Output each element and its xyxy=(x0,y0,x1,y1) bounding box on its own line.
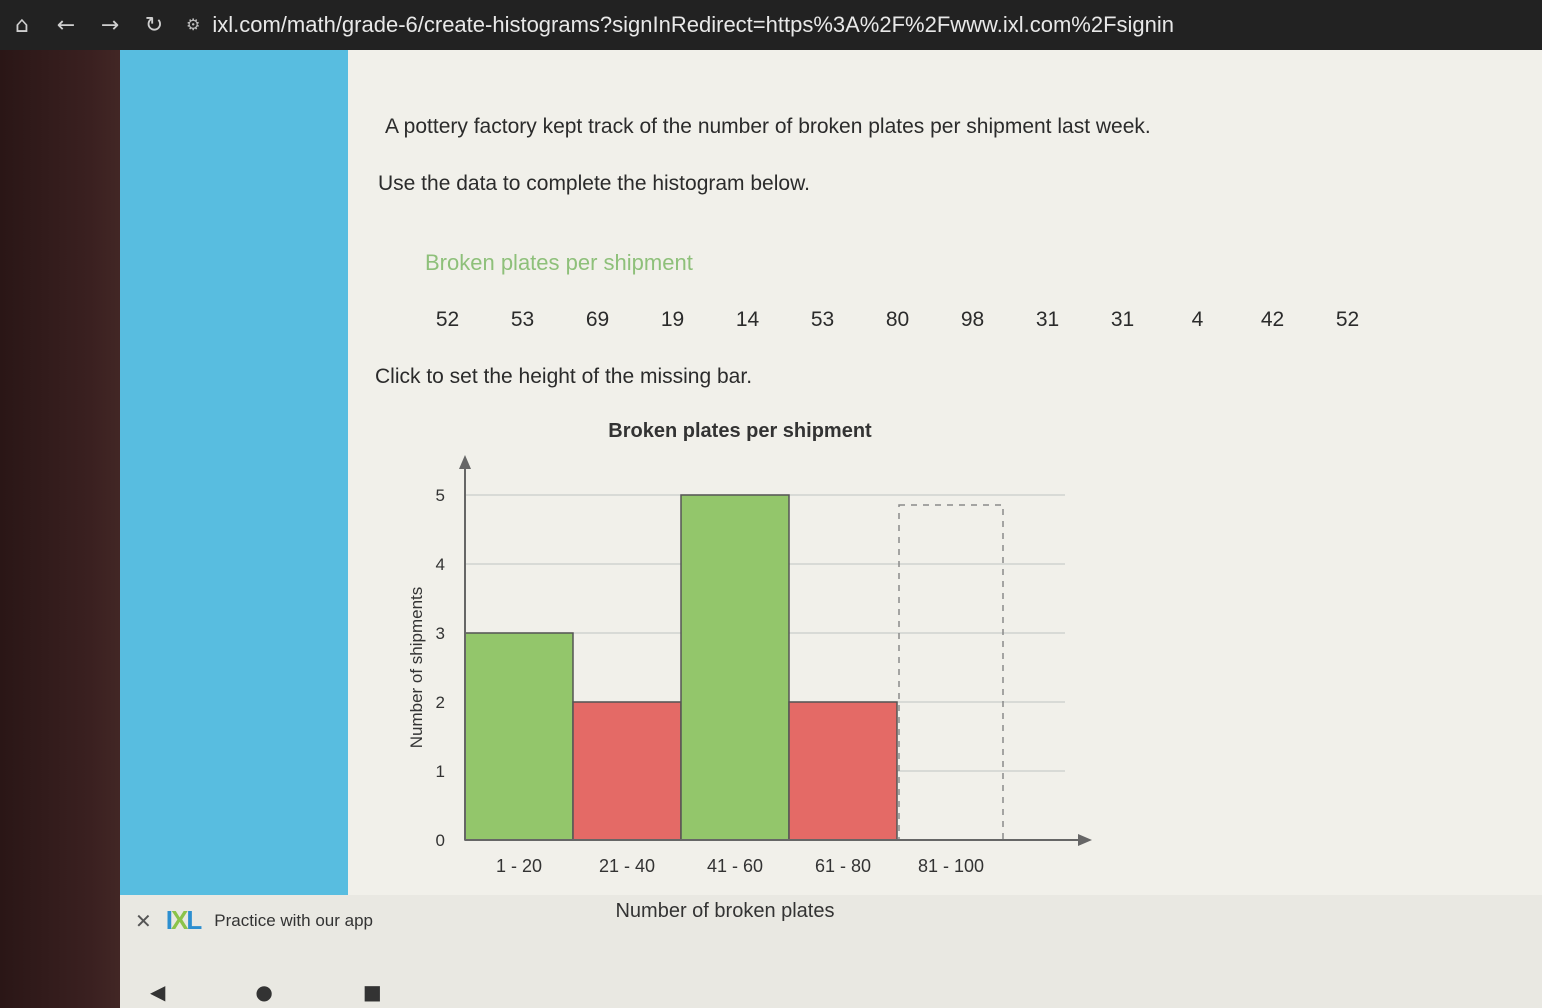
data-value: 98 xyxy=(960,308,985,331)
data-value: 31 xyxy=(1110,308,1135,331)
url-bar[interactable]: ⚙ ixl.com/math/grade-6/create-histograms… xyxy=(186,8,1542,42)
y-axis-label: Number of shipments xyxy=(407,587,426,749)
data-value: 14 xyxy=(735,308,760,331)
data-value: 53 xyxy=(810,308,835,331)
data-value: 52 xyxy=(1335,308,1360,331)
app-banner-text[interactable]: Practice with our app xyxy=(214,911,373,931)
x-tick-label: 81 - 100 xyxy=(918,856,984,876)
reload-icon[interactable]: ↻ xyxy=(132,3,176,47)
data-value: 4 xyxy=(1191,308,1204,331)
y-tick-label: 1 xyxy=(436,762,445,781)
question-text: A pottery factory kept track of the numb… xyxy=(385,115,1151,138)
system-nav: ◀ ● ■ xyxy=(150,975,600,1008)
x-tick-label: 61 - 80 xyxy=(815,856,871,876)
chart-title: Broken plates per shipment xyxy=(608,420,872,442)
missing-bar[interactable] xyxy=(898,504,1004,841)
back-icon[interactable]: ← xyxy=(44,3,88,47)
recents-square-icon[interactable]: ■ xyxy=(363,980,382,1004)
data-value: 31 xyxy=(1035,308,1060,331)
close-icon[interactable]: ✕ xyxy=(135,909,152,933)
app-banner: ✕ IXL Practice with our app xyxy=(135,905,373,936)
data-values: 52 53 69 19 14 53 80 98 31 31 4 42 52 xyxy=(410,308,1390,332)
x-tick-label: 1 - 20 xyxy=(496,856,542,876)
x-axis-label: Number of broken plates xyxy=(615,900,835,922)
site-settings-icon[interactable]: ⚙ xyxy=(186,15,200,35)
histogram-bar[interactable] xyxy=(788,701,898,841)
click-instruction: Click to set the height of the missing b… xyxy=(375,365,753,388)
home-dot-icon[interactable]: ● xyxy=(255,980,272,1004)
histogram: 0 1 2 3 4 5 Number of shipments 1 - 20 21 - 40 41… xyxy=(407,455,1092,876)
data-value: 52 xyxy=(435,308,460,331)
x-tick-label: 21 - 40 xyxy=(599,856,655,876)
y-axis-arrow xyxy=(459,455,471,469)
y-tick-label: 4 xyxy=(436,555,445,574)
data-value: 69 xyxy=(585,308,610,331)
x-axis-arrow xyxy=(1078,834,1092,846)
ixl-logo: IXL xyxy=(165,905,202,935)
histogram-bar[interactable] xyxy=(680,494,790,841)
back-triangle-icon[interactable]: ◀ xyxy=(150,980,165,1004)
data-value: 42 xyxy=(1260,308,1285,331)
y-tick-label: 5 xyxy=(436,486,445,505)
data-title: Broken plates per shipment xyxy=(425,250,693,275)
sidebar xyxy=(120,50,348,895)
data-value: 53 xyxy=(510,308,535,331)
histogram-bar[interactable] xyxy=(572,701,682,841)
data-value: 80 xyxy=(885,308,910,331)
forward-icon[interactable]: → xyxy=(88,3,132,47)
x-tick-label: 41 - 60 xyxy=(707,856,763,876)
question-instruction: Use the data to complete the histogram b… xyxy=(378,172,810,195)
browser-toolbar: ⌂ ← → ↻ ⚙ ixl.com/math/grade-6/create-hi… xyxy=(0,0,1542,50)
url-text: ixl.com/math/grade-6/create-histograms?s… xyxy=(212,12,1175,37)
y-tick-label: 3 xyxy=(436,624,445,643)
histogram-bar[interactable] xyxy=(464,632,574,841)
data-value: 19 xyxy=(660,308,685,331)
y-tick-label: 2 xyxy=(436,693,445,712)
y-tick-label: 0 xyxy=(436,831,445,850)
home-icon[interactable]: ⌂ xyxy=(0,3,44,47)
